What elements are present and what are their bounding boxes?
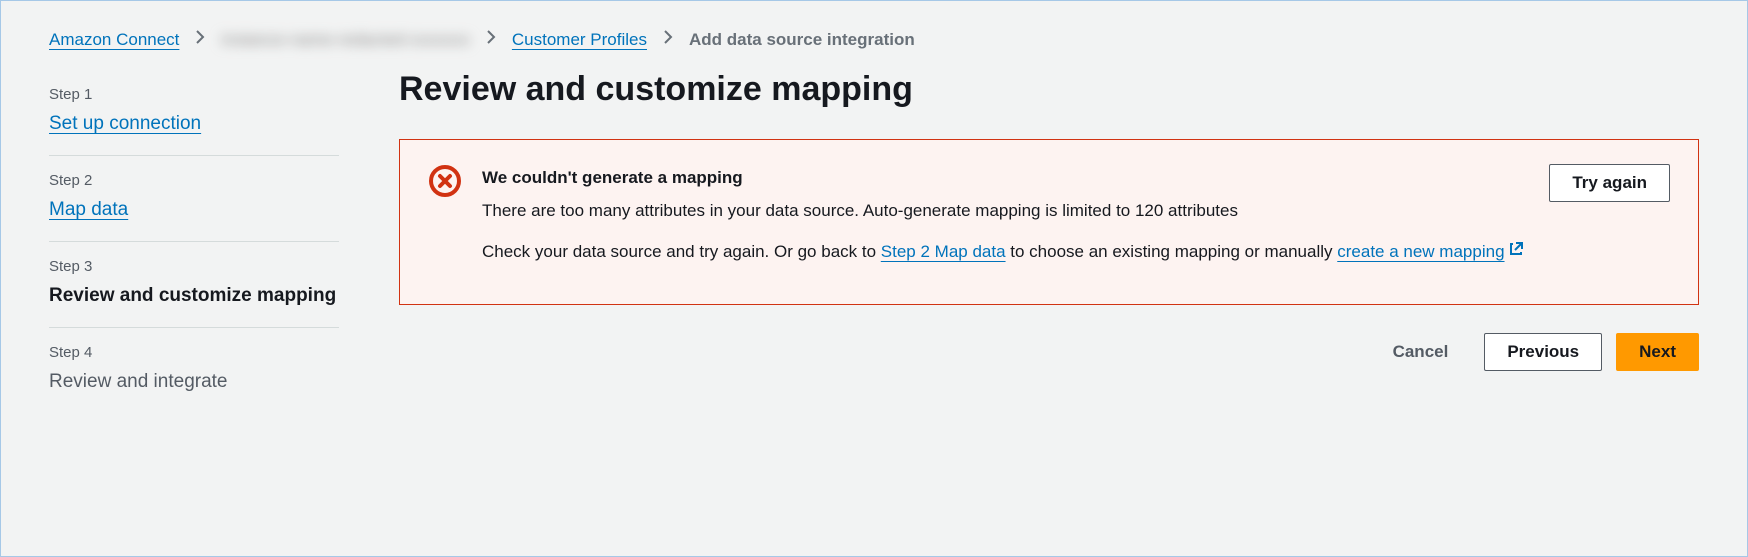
- step-title[interactable]: Map data: [49, 199, 339, 221]
- footer-actions: Cancel Previous Next: [399, 333, 1699, 371]
- step-number: Step 1: [49, 86, 339, 103]
- breadcrumb-amazon-connect[interactable]: Amazon Connect: [49, 30, 179, 50]
- step-title[interactable]: Set up connection: [49, 113, 339, 135]
- chevron-right-icon: [195, 29, 205, 50]
- wizard-step-2[interactable]: Step 2 Map data: [49, 156, 339, 242]
- page-title: Review and customize mapping: [399, 70, 1699, 109]
- step-number: Step 4: [49, 344, 339, 361]
- alert-description-1: There are too many attributes in your da…: [482, 197, 1529, 224]
- error-icon: [428, 164, 462, 198]
- next-button[interactable]: Next: [1616, 333, 1699, 371]
- cancel-button[interactable]: Cancel: [1371, 334, 1471, 370]
- breadcrumb: Amazon Connect instance-name-redacted-xx…: [1, 1, 1747, 70]
- previous-button[interactable]: Previous: [1484, 333, 1602, 371]
- wizard-step-1[interactable]: Step 1 Set up connection: [49, 70, 339, 156]
- chevron-right-icon: [663, 29, 673, 50]
- alert-action: Try again: [1549, 164, 1670, 202]
- step-2-map-data-link[interactable]: Step 2 Map data: [881, 242, 1006, 261]
- breadcrumb-customer-profiles[interactable]: Customer Profiles: [512, 30, 647, 50]
- external-link-icon: [1507, 239, 1525, 266]
- main-content: Review and customize mapping We couldn't…: [399, 70, 1699, 413]
- error-alert: We couldn't generate a mapping There are…: [399, 139, 1699, 305]
- alert-text-prefix: Check your data source and try again. Or…: [482, 242, 881, 261]
- alert-description-2: Check your data source and try again. Or…: [482, 238, 1529, 266]
- breadcrumb-instance: instance-name-redacted-xxxxxxx: [221, 30, 469, 50]
- step-number: Step 2: [49, 172, 339, 189]
- step-title: Review and customize mapping: [49, 285, 339, 307]
- alert-body: We couldn't generate a mapping There are…: [482, 164, 1529, 280]
- wizard-step-4: Step 4 Review and integrate: [49, 328, 339, 413]
- chevron-right-icon: [486, 29, 496, 50]
- alert-title: We couldn't generate a mapping: [482, 164, 1529, 191]
- wizard-step-3: Step 3 Review and customize mapping: [49, 242, 339, 328]
- step-number: Step 3: [49, 258, 339, 275]
- try-again-button[interactable]: Try again: [1549, 164, 1670, 202]
- create-new-mapping-link[interactable]: create a new mapping: [1337, 242, 1524, 261]
- breadcrumb-current: Add data source integration: [689, 30, 915, 50]
- wizard-steps-sidebar: Step 1 Set up connection Step 2 Map data…: [49, 70, 339, 413]
- step-title: Review and integrate: [49, 371, 339, 393]
- alert-text-mid: to choose an existing mapping or manuall…: [1006, 242, 1338, 261]
